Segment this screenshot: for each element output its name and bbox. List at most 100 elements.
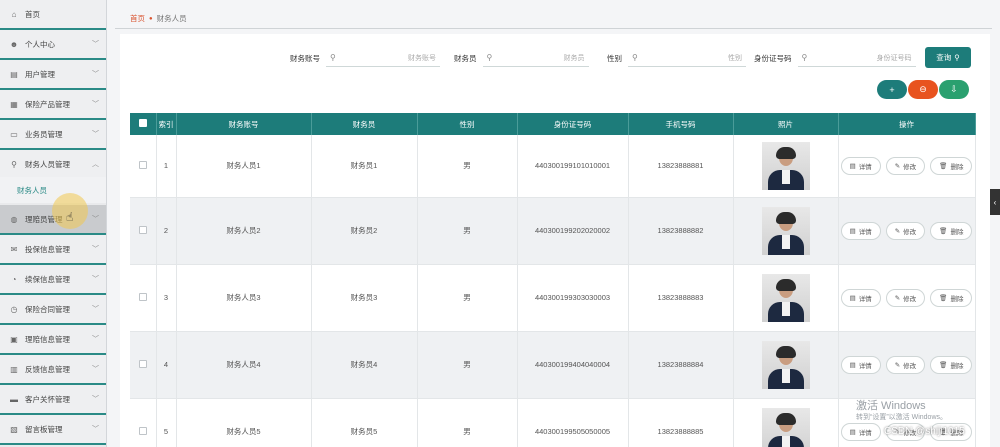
cell-idcard: 440300199303030003	[517, 264, 629, 332]
search-idcard-input[interactable]: ⚲ 身份证号码	[797, 49, 916, 67]
cell-photo	[733, 331, 839, 399]
chevron-down-icon: ﹀	[92, 216, 99, 223]
sidebar-item-label: 反馈信息管理	[25, 364, 70, 374]
sidebar-item-3[interactable]: ▦ 保险产品管理 ﹀	[0, 90, 106, 120]
edit-icon: ✎	[894, 294, 901, 302]
header-actions: 操作	[838, 113, 976, 135]
detail-button[interactable]: ▤ 详情	[840, 355, 881, 374]
cell-index: 1	[156, 135, 177, 198]
edit-button[interactable]: ✎ 修改	[885, 355, 926, 374]
row-checkbox[interactable]	[130, 331, 157, 399]
renew-icon: ◔	[11, 274, 17, 284]
sidebar-item-13[interactable]: ▧ 留言板管理 ﹀	[0, 415, 106, 445]
staff-photo[interactable]	[761, 206, 810, 255]
breadcrumb-home[interactable]: 首页	[130, 13, 145, 24]
chevron-down-icon: ﹀	[92, 41, 99, 48]
sidebar-item-2[interactable]: ▤ 用户管理 ﹀	[0, 60, 106, 90]
row-checkbox[interactable]	[130, 197, 157, 265]
sidebar-item-4[interactable]: ▭ 业务员管理 ﹀	[0, 120, 106, 150]
staff-photo[interactable]	[761, 141, 810, 190]
staff-photo[interactable]	[761, 273, 810, 322]
search-account-label: 财务账号	[290, 53, 320, 63]
topbar-divider	[115, 28, 992, 29]
cell-gender: 男	[417, 197, 518, 265]
cell-account: 财务人员1	[176, 135, 312, 198]
collapse-panel-button[interactable]: ‹	[990, 189, 1000, 215]
row-checkbox[interactable]	[130, 135, 157, 198]
search-icon: ⚲	[801, 53, 808, 62]
row-checkbox[interactable]	[130, 398, 157, 447]
cell-account: 财务人员3	[176, 264, 312, 332]
topbar: 首页 ● 财务人员	[107, 0, 1000, 34]
document-icon: ▤	[849, 361, 856, 369]
claims-icon: ◍	[10, 214, 18, 224]
sidebar-item-10[interactable]: ▣ 理赔信息管理 ﹀	[0, 325, 106, 355]
sidebar-item-label: 业务员管理	[25, 129, 63, 139]
staff-photo[interactable]	[761, 340, 810, 389]
sidebar-item-label: 保险产品管理	[25, 99, 70, 109]
query-button[interactable]: 查询 ⚲	[925, 47, 971, 68]
cell-index: 3	[156, 264, 177, 332]
delete-row-button[interactable]: 🗑 删除	[930, 221, 973, 240]
sidebar-item-7[interactable]: ✉ 投保信息管理 ﹀	[0, 235, 106, 265]
contract-icon: ◷	[10, 304, 18, 314]
detail-button[interactable]: ▤ 详情	[840, 422, 881, 441]
row-checkbox[interactable]	[130, 264, 157, 332]
detail-button[interactable]: ▤ 详情	[840, 288, 881, 307]
cell-phone: 13823888882	[628, 197, 734, 265]
cell-gender: 男	[417, 135, 518, 198]
table-row: 2 财务人员2 财务员2 男 440300199202020002 13823888882…	[130, 197, 976, 265]
detail-button[interactable]: ▤ 详情	[840, 221, 881, 240]
sidebar-item-1[interactable]: ☻ 个人中心 ﹀	[0, 30, 106, 60]
staff-photo[interactable]	[761, 407, 810, 447]
add-button[interactable]: +	[877, 80, 907, 99]
search-gender: 性别 ⚲ 性别	[607, 48, 746, 68]
cell-phone: 13823888884	[628, 331, 734, 399]
sidebar-item-label: 个人中心	[25, 39, 55, 49]
trash-icon: 🗑	[939, 361, 948, 369]
sidebar-item-11[interactable]: ▥ 反馈信息管理 ﹀	[0, 355, 106, 385]
detail-button[interactable]: ▤ 详情	[840, 156, 881, 175]
cell-photo	[733, 197, 839, 265]
edit-button[interactable]: ✎ 修改	[885, 221, 926, 240]
sidebar-item-12[interactable]: ▬ 客户关怀管理 ﹀	[0, 385, 106, 415]
search-account-input[interactable]: ⚲ 财务账号	[326, 49, 440, 67]
delete-row-button[interactable]: 🗑 删除	[930, 288, 973, 307]
cell-index: 4	[156, 331, 177, 399]
sidebar-item-5[interactable]: ⚲ 财务人员管理 ︿	[0, 150, 106, 180]
cell-phone: 13823888883	[628, 264, 734, 332]
select-all-checkbox[interactable]	[130, 113, 157, 135]
cell-idcard: 440300199404040004	[517, 331, 629, 399]
cell-photo	[733, 398, 839, 447]
cell-actions: ▤ 详情 ✎ 修改 🗑 删除	[838, 264, 976, 332]
sidebar-item-0[interactable]: ⌂ 首页	[0, 0, 106, 30]
edit-icon: ✎	[894, 361, 901, 369]
hand-cursor-icon: ☝	[66, 210, 74, 224]
sidebar-item-label: 保险合同管理	[25, 304, 70, 314]
csdn-watermark: CSDN @shiji1015	[884, 426, 965, 437]
sidebar-item-8[interactable]: ◔ 续保信息管理 ﹀	[0, 265, 106, 295]
document-icon: ▤	[849, 227, 856, 235]
chevron-down-icon: ﹀	[92, 71, 99, 78]
export-button[interactable]: ⇩	[939, 80, 969, 99]
header-name: 财务员	[311, 113, 418, 135]
sidebar-subitem-finance-staff[interactable]: 财务人员	[0, 177, 106, 203]
sidebar-item-label: 续保信息管理	[25, 274, 70, 284]
delete-row-button[interactable]: 🗑 删除	[930, 156, 973, 175]
claim-info-icon: ▣	[10, 334, 18, 344]
search-staff-input[interactable]: ⚲ 财务员	[482, 49, 589, 67]
cell-idcard: 440300199202020002	[517, 197, 629, 265]
product-icon: ▦	[10, 99, 18, 109]
chevron-down-icon: ﹀	[92, 276, 99, 283]
delete-row-button[interactable]: 🗑 删除	[930, 355, 973, 374]
search-gender-input[interactable]: ⚲ 性别	[628, 49, 746, 67]
document-icon: ▤	[849, 428, 856, 436]
sidebar-item-9[interactable]: ◷ 保险合同管理 ﹀	[0, 295, 106, 325]
chevron-left-icon: ‹	[993, 197, 997, 207]
header-gender: 性别	[417, 113, 518, 135]
search-icon: ⚲	[486, 53, 493, 62]
edit-button[interactable]: ✎ 修改	[885, 288, 926, 307]
edit-button[interactable]: ✎ 修改	[885, 156, 926, 175]
search-icon: ⚲	[330, 53, 336, 62]
delete-button[interactable]: ⊖	[908, 80, 938, 99]
